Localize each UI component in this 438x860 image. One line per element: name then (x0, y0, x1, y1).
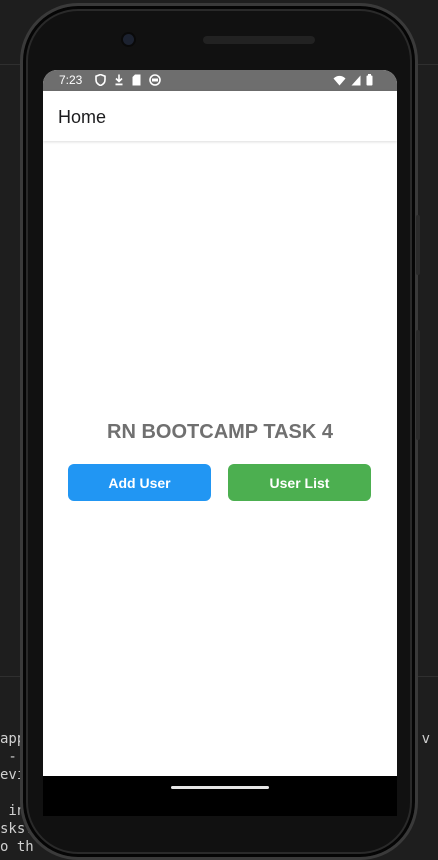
status-time: 7:23 (59, 73, 83, 87)
add-user-button-label: Add User (108, 474, 171, 491)
device-screen: 7:23 Home RN BOOTCAMP TASK 4 Add User Us… (43, 70, 397, 776)
user-list-button[interactable]: User List (228, 464, 371, 501)
user-list-button-label: User List (269, 474, 330, 491)
add-user-button[interactable]: Add User (68, 464, 211, 501)
cellular-signal-icon (351, 75, 361, 85)
terminal-line-right: v (421, 731, 430, 747)
power-button (416, 215, 420, 275)
home-gesture-handle[interactable] (171, 786, 269, 789)
main-heading: RN BOOTCAMP TASK 4 (107, 421, 333, 443)
system-icons (333, 74, 373, 86)
navigation-bar (43, 776, 397, 816)
battery-icon (366, 74, 373, 86)
earpiece-speaker (203, 36, 315, 44)
page-title: Home (58, 107, 107, 127)
status-bar: 7:23 (43, 70, 397, 91)
app-header: Home (43, 91, 397, 141)
download-icon (115, 74, 123, 86)
shield-icon (95, 74, 106, 86)
terminal-line: - (0, 749, 17, 765)
notification-icons (95, 74, 161, 86)
front-camera-icon (123, 34, 134, 45)
terminal-line: o th (0, 839, 34, 855)
wifi-icon (333, 75, 346, 85)
android-icon (149, 74, 161, 86)
sd-card-icon (132, 74, 141, 86)
volume-button (416, 330, 420, 440)
